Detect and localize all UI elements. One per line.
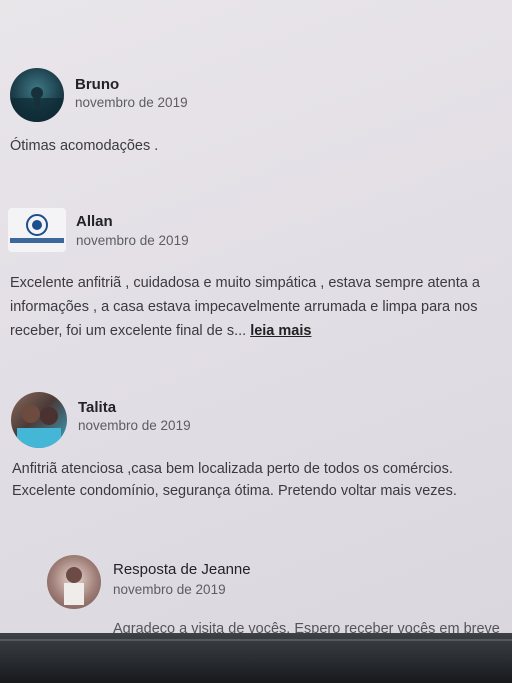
review-text-line: Excelente condomínio, segurança ótima. P… (12, 483, 457, 499)
avatar[interactable] (11, 392, 67, 448)
review-text-line: receber, foi um excelente final de s... … (10, 320, 311, 343)
response-date: novembro de 2019 (113, 582, 226, 597)
reviewer-name[interactable]: Allan (76, 213, 113, 230)
review-date: novembro de 2019 (76, 233, 189, 248)
reviewer-name[interactable]: Bruno (75, 76, 119, 93)
avatar-photo-icon (10, 87, 64, 122)
reviewer-name[interactable]: Talita (78, 399, 116, 416)
read-more-link[interactable]: leia mais (250, 323, 311, 339)
response-title: Resposta de Jeanne (113, 561, 251, 578)
avatar[interactable] (8, 208, 66, 252)
avatar[interactable] (10, 68, 64, 122)
avatar[interactable] (47, 555, 101, 609)
logo-icon (10, 214, 64, 243)
review-text: Ótimas acomodações . (10, 138, 159, 154)
review-text-line: informações , a casa estava impecavelmen… (10, 299, 478, 315)
avatar-photo-icon (17, 405, 61, 448)
bar-divider (0, 639, 512, 641)
review-text-line: Excelente anfitriã , cuidadosa e muito s… (10, 275, 480, 291)
review-text-line: Anfitriã atenciosa ,casa bem localizada … (12, 461, 453, 477)
bottom-bar (0, 633, 512, 683)
review-date: novembro de 2019 (75, 95, 188, 110)
review-date: novembro de 2019 (78, 418, 191, 433)
avatar-photo-icon (64, 567, 84, 605)
reviews-screen: Bruno novembro de 2019 Ótimas acomodaçõe… (0, 0, 512, 640)
review-text-excerpt: receber, foi um excelente final de s... (10, 323, 247, 339)
